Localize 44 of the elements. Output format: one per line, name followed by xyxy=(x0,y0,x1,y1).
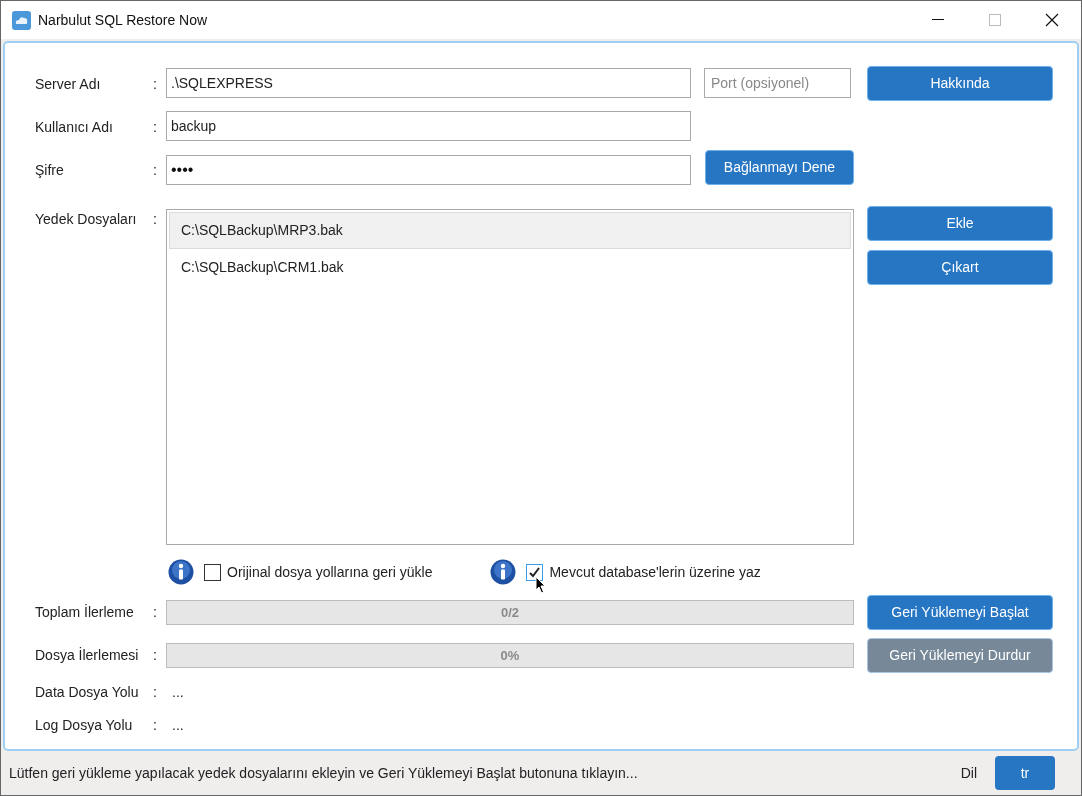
backup-file-item[interactable]: C:\SQLBackup\CRM1.bak xyxy=(169,249,851,286)
field-label: Server Adı xyxy=(35,75,102,94)
remove-button[interactable]: Çıkart xyxy=(867,250,1053,285)
colon-separator: : xyxy=(153,716,158,735)
server-input[interactable]: .\SQLEXPRESS xyxy=(166,68,691,98)
progress-reading: 0/2 xyxy=(499,603,521,622)
field-label: Dosya İlerlemesi xyxy=(35,646,140,665)
add-button[interactable]: Ekle xyxy=(867,206,1053,241)
language-label: Dil xyxy=(960,763,977,783)
checkbox-label: Orijinal dosya yollarına geri yükle xyxy=(227,562,433,582)
username-input[interactable]: backup xyxy=(166,111,691,141)
start-restore-button[interactable]: Geri Yüklemeyi Başlat xyxy=(867,595,1053,630)
colon-separator: : xyxy=(153,118,158,137)
field-label: Şifre xyxy=(35,161,65,180)
password-input[interactable]: •••• xyxy=(166,155,691,185)
app-cloud-icon xyxy=(12,10,31,30)
colon-separator: : xyxy=(153,210,158,229)
field-label: Yedek Dosyaları xyxy=(35,210,138,229)
status-message: Lütfen geri yükleme yapılacak yedek dosyalarını ekleyin ve Geri Yüklemeyi Başlat butonuna tıklayın... xyxy=(9,763,638,783)
backup-file-item[interactable]: C:\SQLBackup\MRP3.bak xyxy=(169,212,851,249)
language-button[interactable]: tr xyxy=(995,756,1055,790)
progress-reading: 0% xyxy=(499,646,521,665)
window-title: Narbulut SQL Restore Now xyxy=(38,10,208,30)
info-icon[interactable] xyxy=(490,559,517,585)
close-icon[interactable] xyxy=(1045,13,1059,27)
mouse-cursor-icon xyxy=(535,575,547,594)
field-label: Data Dosya Yolu xyxy=(35,683,140,702)
colon-separator: : xyxy=(153,603,158,622)
colon-separator: : xyxy=(153,161,158,180)
minimize-icon[interactable] xyxy=(932,19,944,21)
field-label: Log Dosya Yolu xyxy=(35,716,134,735)
checkbox[interactable] xyxy=(204,563,221,581)
field-label: Toplam İlerleme xyxy=(35,603,135,622)
path-value: ... xyxy=(172,683,184,702)
colon-separator: : xyxy=(153,683,158,702)
field-label: Kullanıcı Adı xyxy=(35,118,114,137)
about-button[interactable]: Hakkında xyxy=(867,66,1053,101)
test-connection-button[interactable]: Bağlanmayı Dene xyxy=(705,150,854,185)
port-input[interactable]: Port (opsiyonel) xyxy=(704,68,851,98)
colon-separator: : xyxy=(153,646,158,665)
checkbox-label: Mevcut database'lerin üzerine yaz xyxy=(549,562,761,582)
info-icon[interactable] xyxy=(168,559,194,585)
path-value: ... xyxy=(172,716,184,735)
colon-separator: : xyxy=(153,75,158,94)
